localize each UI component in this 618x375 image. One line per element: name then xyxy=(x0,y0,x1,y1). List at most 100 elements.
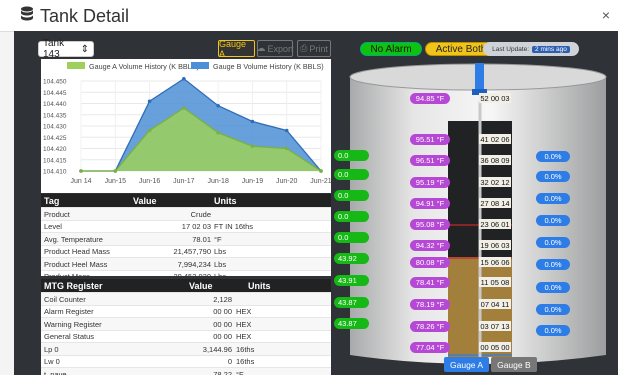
table-cell: Avg. Temperature xyxy=(44,234,103,244)
table-row: Product Crude xyxy=(41,207,331,220)
last-update-ago: 2 mins ago xyxy=(532,45,570,53)
print-button[interactable]: ⎙ Print xyxy=(297,40,331,57)
x-tick-label: Jun-20 xyxy=(276,178,298,185)
table-row: Coil Counter 2,128 xyxy=(41,292,331,305)
temperature-bubble: 78.19 °F xyxy=(410,299,450,310)
volume-history-chart: Gauge A Volume History (K BBLS) Gauge B V… xyxy=(41,59,332,193)
database-icon xyxy=(20,6,34,27)
table-cell: 21,457,790 xyxy=(173,247,211,256)
modal-body: Tank 143 ⇕ Gauge A ☁ Export ⎙ Print Gaug… xyxy=(14,31,618,375)
level-label: 15 06 06 xyxy=(479,257,511,267)
level-label: 00 05 00 xyxy=(479,342,511,352)
data-point xyxy=(182,76,186,81)
level-label: 19 06 03 xyxy=(479,240,511,250)
level-label: 11 05 08 xyxy=(479,277,511,287)
table-cell: 00 00 xyxy=(213,319,232,329)
left-value-bubble: 0.0 xyxy=(334,150,369,161)
gauge-head xyxy=(475,63,484,91)
level-label: 03 07 13 xyxy=(479,321,511,331)
legend-item: Gauge B Volume History (K BBLS) xyxy=(191,62,324,71)
right-value-bubble: 0.0% xyxy=(536,193,570,204)
table-cell: Product Heel Mass xyxy=(44,259,108,269)
y-tick-label: 104.450 xyxy=(43,79,67,86)
table-row: Product Head Mass 21,457,790 Lbs xyxy=(41,244,331,258)
y-tick-label: 104.425 xyxy=(43,135,67,142)
table-row: Avg. Temperature 78.01 °F xyxy=(41,232,331,245)
table-row: Product Heel Mass 7,994,234 Lbs xyxy=(41,257,331,270)
right-value-bubble: 0.0% xyxy=(536,237,570,248)
table-cell: Lbs xyxy=(214,272,226,276)
export-label: Export xyxy=(267,43,294,54)
gauge-a-button[interactable]: Gauge A xyxy=(218,39,255,59)
print-label: Print xyxy=(309,43,328,54)
cloud-download-icon: ☁ xyxy=(256,43,266,53)
left-value-bubble: 43.91 xyxy=(334,275,369,286)
y-tick-label: 104.410 xyxy=(43,169,67,176)
left-value-bubble: 0.0 xyxy=(334,232,369,243)
col-units: Units xyxy=(214,196,237,206)
close-icon[interactable]: × xyxy=(602,7,610,23)
table-row: Warning Register 00 00 HEX xyxy=(41,317,331,330)
chart-svg: Gauge A Volume History (K BBLS) Gauge B V… xyxy=(43,62,332,185)
left-value-bubble: 0.0 xyxy=(334,190,369,201)
tag-table-header: Tag Value Units xyxy=(41,194,331,207)
table-cell: Lbs xyxy=(214,259,227,269)
right-panel: No Alarm Active Both Last Update: 2 mins… xyxy=(334,31,618,375)
x-tick-label: Jun-15 xyxy=(105,178,127,185)
data-point xyxy=(216,103,220,108)
y-tick-label: 104.440 xyxy=(43,101,67,108)
x-tick-label: Jun-18 xyxy=(207,178,229,185)
table-row: Level 17 02 03 FT IN 16ths xyxy=(41,219,331,233)
gauge-tabs: Gauge A Gauge B xyxy=(444,357,537,372)
table-row: t_pave 78.22 °F xyxy=(41,367,331,375)
temperature-bubble: 94.91 °F xyxy=(410,198,450,209)
left-value-bubble: 0.0 xyxy=(334,211,369,222)
table-cell: HEX xyxy=(236,332,252,341)
table-cell: 16ths xyxy=(236,357,255,366)
tank-select[interactable]: Tank 143 ⇕ xyxy=(38,38,94,60)
right-value-bubble: 0.0% xyxy=(536,282,570,293)
data-point xyxy=(182,106,186,110)
table-cell: Product Head Mass xyxy=(44,247,110,256)
right-value-bubble: 0.0% xyxy=(536,325,570,336)
data-point xyxy=(216,130,220,135)
left-value-bubble: 43.87 xyxy=(334,318,369,329)
mtg-table-header: MTG Register Value Units xyxy=(41,279,331,292)
tag-table-body: Product Crude Level 17 02 03 FT IN 16ths Avg.… xyxy=(41,207,331,276)
table-row: Alarm Register 00 00 HEX xyxy=(41,304,331,318)
y-tick-label: 104.420 xyxy=(43,146,67,153)
table-row: Lp 0 3,144.96 16ths xyxy=(41,342,331,355)
right-value-bubble: 0.0% xyxy=(536,171,570,182)
table-cell: °F xyxy=(214,234,222,244)
table-cell: General Status xyxy=(44,332,95,341)
tab-gauge-a[interactable]: Gauge A xyxy=(444,357,490,372)
data-point xyxy=(319,169,323,173)
last-update-label: Last Update: xyxy=(492,45,530,53)
tank-select-value: Tank 143 xyxy=(43,38,65,60)
table-cell: 00 00 xyxy=(213,332,232,341)
table-cell: 0 xyxy=(227,357,232,366)
right-value-bubble: 0.0% xyxy=(536,215,570,226)
table-cell: °F xyxy=(236,369,244,375)
data-point xyxy=(79,169,83,173)
table-cell: Warning Register xyxy=(44,319,102,329)
y-tick-label: 104.415 xyxy=(43,157,67,164)
table-cell: Level xyxy=(44,222,62,231)
modal-header: Tank Detail × xyxy=(0,0,618,32)
table-cell: 29,452,020 xyxy=(173,272,211,276)
legend-label: Gauge A Volume History (K BBLS) xyxy=(89,62,199,71)
tab-gauge-b[interactable]: Gauge B xyxy=(491,357,537,372)
table-cell: Lbs xyxy=(214,247,227,256)
table-cell: Coil Counter xyxy=(44,294,86,304)
x-tick-label: Jun 14 xyxy=(70,178,91,185)
table-cell: 2,128 xyxy=(213,294,232,304)
temperature-bubble: 78.41 °F xyxy=(410,277,450,288)
col-units: Units xyxy=(248,281,271,291)
modal-title: Tank Detail xyxy=(20,6,129,27)
data-point xyxy=(113,169,118,173)
temperature-bubble: 77.04 °F xyxy=(410,342,450,353)
export-button[interactable]: ☁ Export xyxy=(256,40,294,57)
temperature-bubble: 80.08 °F xyxy=(410,257,450,268)
table-cell: 16ths xyxy=(236,344,255,354)
right-value-bubble: 0.0% xyxy=(536,151,570,162)
